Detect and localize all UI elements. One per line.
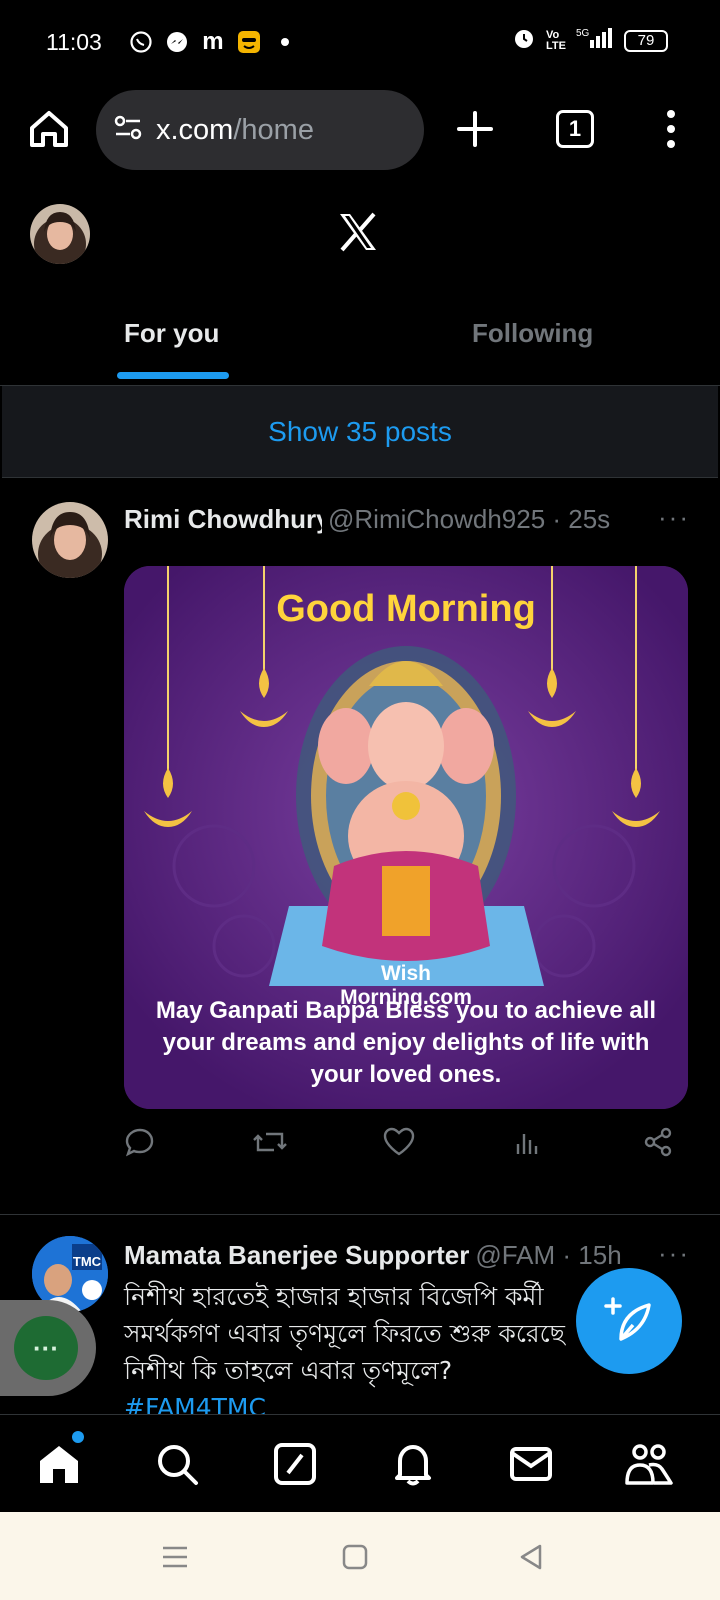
battery-icon: 79 bbox=[624, 29, 668, 52]
tab-switcher-button[interactable]: 1 bbox=[556, 110, 594, 148]
notifications-icon[interactable] bbox=[390, 1441, 436, 1487]
grok-icon[interactable] bbox=[272, 1441, 318, 1487]
tweet-header: Mamata Banerjee Supporter @FAM · 15h bbox=[124, 1240, 644, 1271]
tweet-image[interactable]: Good Morning Wish Morning.com May Ganpat… bbox=[124, 566, 688, 1109]
svg-text:5G: 5G bbox=[576, 28, 590, 39]
signal-5g-icon: 5G bbox=[576, 26, 614, 55]
floating-chat-bubble[interactable]: ··· bbox=[14, 1316, 78, 1380]
like-icon[interactable] bbox=[382, 1126, 418, 1162]
profile-avatar[interactable] bbox=[30, 204, 90, 264]
home-system-icon[interactable] bbox=[340, 1542, 370, 1572]
url-domain: x.com bbox=[156, 113, 234, 146]
status-time: 11:03 bbox=[46, 28, 102, 55]
image-title: Good Morning bbox=[276, 588, 536, 630]
new-content-dot bbox=[72, 1431, 84, 1443]
volte-icon: Vo LTE bbox=[546, 28, 566, 52]
home-icon[interactable] bbox=[26, 106, 72, 152]
messages-icon[interactable] bbox=[508, 1441, 554, 1487]
compose-feather-icon bbox=[604, 1297, 651, 1341]
url-text: x.com/home bbox=[156, 114, 314, 147]
tweet-text: নিশীথ হারতেই হাজার হাজার বিজেপি কর্মী সম… bbox=[124, 1278, 584, 1416]
messenger-icon bbox=[164, 29, 190, 55]
bottom-nav bbox=[0, 1414, 720, 1512]
notification-icons: m bbox=[128, 28, 298, 55]
author-name[interactable]: Rimi Chowdhury bbox=[124, 504, 322, 535]
emoji-app-icon bbox=[236, 29, 262, 55]
author-name[interactable]: Mamata Banerjee Supporter bbox=[124, 1240, 469, 1271]
tab-for-you[interactable]: For you bbox=[124, 318, 219, 349]
show-posts-label: Show 35 posts bbox=[268, 415, 452, 447]
author-handle-time: @FAM · 15h bbox=[475, 1240, 622, 1270]
alarm-icon bbox=[512, 26, 536, 55]
x-logo-icon bbox=[336, 210, 380, 254]
tweet-body: নিশীথ হারতেই হাজার হাজার বিজেপি কর্মী সম… bbox=[124, 1282, 565, 1385]
communities-icon[interactable] bbox=[624, 1441, 673, 1487]
more-options-icon[interactable]: ··· bbox=[658, 502, 690, 533]
tweet[interactable]: Rimi Chowdhury @RimiChowdh925 · 25s ··· bbox=[0, 480, 720, 1215]
more-options-icon[interactable]: ··· bbox=[658, 1238, 690, 1269]
share-icon[interactable] bbox=[642, 1126, 678, 1162]
watermark-line-1: Wish bbox=[381, 962, 431, 985]
dot-icon bbox=[272, 29, 298, 55]
url-bar[interactable]: x.com/home bbox=[96, 90, 424, 170]
tweet-header: Rimi Chowdhury @RimiChowdh925 · 25s bbox=[124, 504, 644, 535]
site-settings-icon[interactable] bbox=[112, 112, 144, 149]
timeline-tabs: For you Following bbox=[0, 296, 720, 386]
browser-menu-icon[interactable] bbox=[658, 104, 684, 154]
home-nav-icon[interactable] bbox=[36, 1441, 82, 1487]
svg-text:TMC: TMC bbox=[73, 1254, 102, 1269]
tweet-actions bbox=[124, 1126, 692, 1166]
back-icon[interactable] bbox=[516, 1542, 546, 1572]
views-icon[interactable] bbox=[512, 1126, 548, 1162]
hashtag-link[interactable]: #FAM4TMC bbox=[124, 1389, 584, 1416]
avatar[interactable] bbox=[32, 502, 108, 578]
compose-post-button[interactable] bbox=[576, 1268, 682, 1374]
search-icon[interactable] bbox=[154, 1441, 200, 1487]
tab-following[interactable]: Following bbox=[472, 318, 593, 349]
active-tab-indicator bbox=[117, 372, 229, 379]
battery-level: 79 bbox=[637, 32, 655, 49]
bubble-label: ··· bbox=[33, 1332, 59, 1363]
author-handle-time: @RimiChowdh925 · 25s bbox=[328, 504, 611, 534]
show-new-posts-banner[interactable]: Show 35 posts bbox=[2, 386, 718, 478]
recent-apps-icon[interactable] bbox=[160, 1542, 190, 1572]
new-tab-icon[interactable] bbox=[452, 106, 498, 152]
x-header bbox=[0, 190, 720, 300]
tab-count: 1 bbox=[568, 116, 582, 141]
status-bar: 11:03 m Vo LTE 5G 79 bbox=[0, 0, 720, 84]
floating-chat-bubble-tray: ··· bbox=[0, 1300, 96, 1396]
browser-toolbar: x.com/home 1 bbox=[0, 88, 720, 172]
whatsapp-icon bbox=[128, 29, 154, 55]
retweet-icon[interactable] bbox=[252, 1126, 288, 1162]
system-status-icons: Vo LTE 5G 79 bbox=[512, 26, 668, 55]
system-navigation-bar bbox=[0, 1512, 720, 1600]
m-app-icon: m bbox=[202, 28, 224, 55]
reply-icon[interactable] bbox=[124, 1126, 160, 1162]
url-path: /home bbox=[233, 113, 314, 146]
image-caption: May Ganpati Bappa Bless you to achieve a… bbox=[155, 997, 657, 1088]
